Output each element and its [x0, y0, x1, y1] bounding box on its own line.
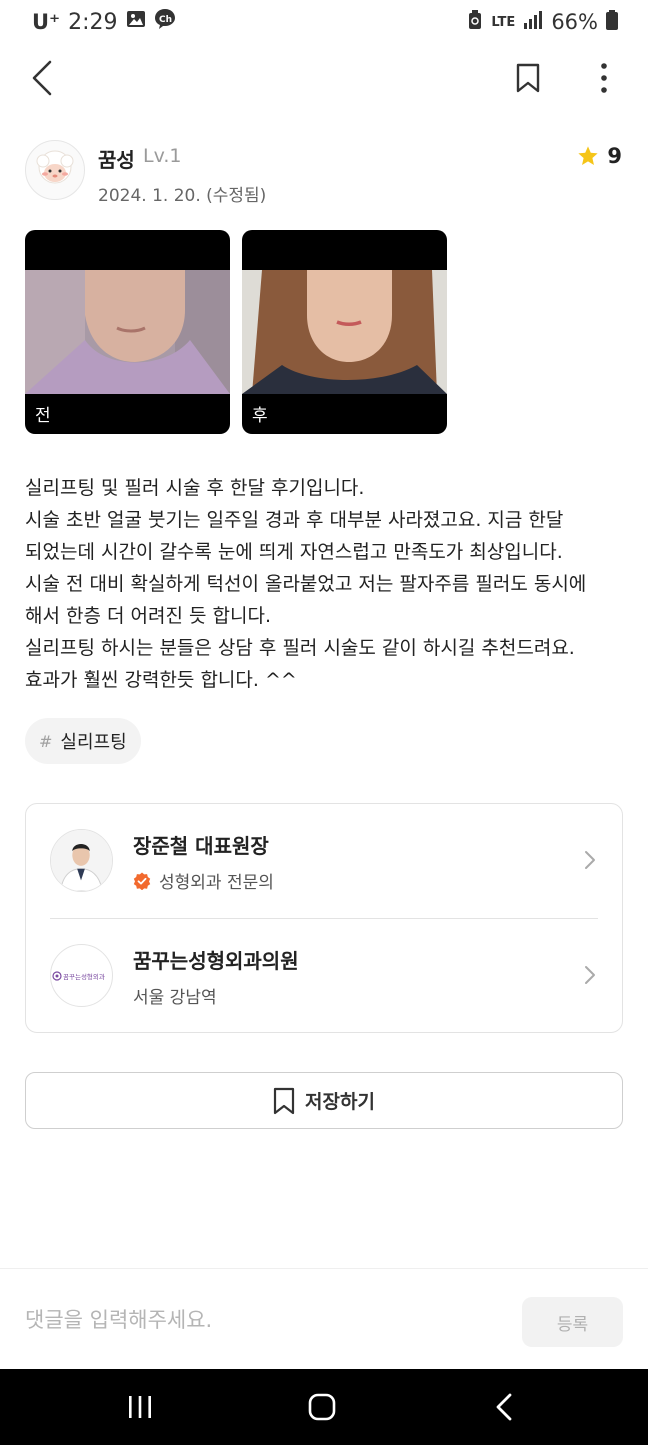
svg-text:Ch: Ch: [159, 15, 172, 25]
after-label: 후: [252, 406, 268, 426]
review-line: 효과가 훨씬 강력한듯 합니다. ^^: [25, 669, 297, 691]
more-options-button[interactable]: [584, 58, 624, 98]
clinic-logo: 꿈꾸는성형외과: [50, 944, 113, 1007]
status-right: LTE 66%: [467, 8, 618, 36]
review-line: 실리프팅 및 필러 시술 후 한달 후기입니다.: [25, 477, 365, 499]
review-line: 되었는데 시간이 갈수록 눈에 띄게 자연스럽고 만족도가 최상입니다.: [25, 541, 563, 563]
clinic-logo-icon: 꿈꾸는성형외과: [51, 970, 105, 981]
clinic-name: 꿈꾸는성형외과의원: [133, 949, 299, 973]
back-button[interactable]: [22, 58, 62, 98]
more-vertical-icon: [601, 63, 607, 93]
chevron-right-icon: [585, 851, 595, 869]
review-text: 실리프팅 및 필러 시술 후 한달 후기입니다. 시술 초반 얼굴 붓기는 일주…: [25, 472, 625, 696]
review-line: 시술 전 대비 확실하게 턱선이 올라붙었고 저는 팔자주름 필러도 동시에: [25, 573, 587, 595]
bookmark-icon: [516, 63, 540, 93]
author-name[interactable]: 꿈성: [98, 144, 135, 173]
app-header: [0, 52, 648, 104]
bookmark-icon: [273, 1087, 295, 1114]
author-level: Lv.1: [143, 145, 182, 167]
submit-comment-button[interactable]: 등록: [522, 1297, 623, 1347]
tag-chip[interactable]: # 실리프팅: [25, 718, 141, 764]
before-face-image: [25, 270, 230, 394]
bookmark-button[interactable]: [508, 58, 548, 98]
system-back-button[interactable]: [484, 1387, 524, 1427]
sheep-avatar-icon: [36, 150, 74, 184]
comment-bar: 등록: [0, 1268, 648, 1369]
review-line: 시술 초반 얼굴 붓기는 일주일 경과 후 대부분 사라졌고요. 지금 한달: [25, 509, 564, 531]
clock: 2:29: [68, 9, 118, 35]
doctor-name: 장준철 대표원장: [133, 834, 269, 858]
back-icon: [496, 1393, 512, 1421]
before-photo[interactable]: 전: [25, 230, 230, 434]
home-button[interactable]: [302, 1387, 342, 1427]
doctor-photo-icon: [51, 830, 112, 891]
doctor-avatar: [50, 829, 113, 892]
recent-apps-button[interactable]: [120, 1387, 160, 1427]
before-label: 전: [35, 406, 51, 426]
doctor-clinic-card: 장준철 대표원장 성형외과 전문의 꿈꾸는성형외과 꿈꾸는성형외과의원 서울 강…: [25, 803, 623, 1033]
hash-icon: #: [39, 731, 53, 751]
tag-label: 실리프팅: [60, 732, 127, 753]
system-nav-bar: [0, 1369, 648, 1445]
author-avatar[interactable]: [25, 140, 85, 200]
review-line: 해서 한층 더 어려진 듯 합니다.: [25, 605, 271, 627]
home-icon: [308, 1393, 336, 1421]
clinic-location: 서울 강남역: [133, 983, 217, 1008]
clinic-row[interactable]: 꿈꾸는성형외과 꿈꾸는성형외과의원 서울 강남역: [26, 919, 622, 1033]
clinic-logo-text: 꿈꾸는성형외과: [63, 972, 105, 981]
recycle-icon: [467, 9, 483, 35]
post-date: 2024. 1. 20. (수정됨): [98, 186, 267, 206]
chevron-right-icon: [585, 966, 595, 984]
recent-apps-icon: [129, 1396, 151, 1418]
status-bar: U⁺ 2:29 Ch LTE 66%: [0, 0, 648, 44]
chat-channel-icon: Ch: [154, 8, 176, 36]
rating: 9: [577, 144, 622, 168]
rating-value: 9: [607, 144, 622, 168]
comment-input[interactable]: [25, 1301, 495, 1339]
doctor-specialty: 성형외과 전문의: [133, 868, 274, 893]
doctor-row[interactable]: 장준철 대표원장 성형외과 전문의: [26, 804, 622, 918]
clinic-location-label: 서울 강남역: [133, 988, 217, 1008]
carrier-label: U⁺: [32, 10, 61, 34]
save-label: 저장하기: [305, 1091, 375, 1113]
save-button[interactable]: 저장하기: [25, 1072, 623, 1129]
gallery-icon: [126, 9, 146, 35]
battery-percent: 66%: [551, 10, 598, 34]
battery-icon: [606, 9, 618, 35]
network-label: LTE: [491, 14, 516, 30]
doctor-specialty-label: 성형외과 전문의: [159, 873, 274, 893]
verified-badge-icon: [133, 872, 151, 890]
star-icon: [578, 146, 598, 165]
status-left: U⁺ 2:29 Ch: [32, 8, 176, 36]
signal-icon: [523, 10, 543, 34]
review-line: 실리프팅 하시는 분들은 상담 후 필러 시술도 같이 하시길 추천드려요.: [25, 637, 575, 659]
after-photo[interactable]: 후: [242, 230, 447, 434]
back-arrow-icon: [32, 60, 52, 96]
after-face-image: [242, 270, 447, 394]
